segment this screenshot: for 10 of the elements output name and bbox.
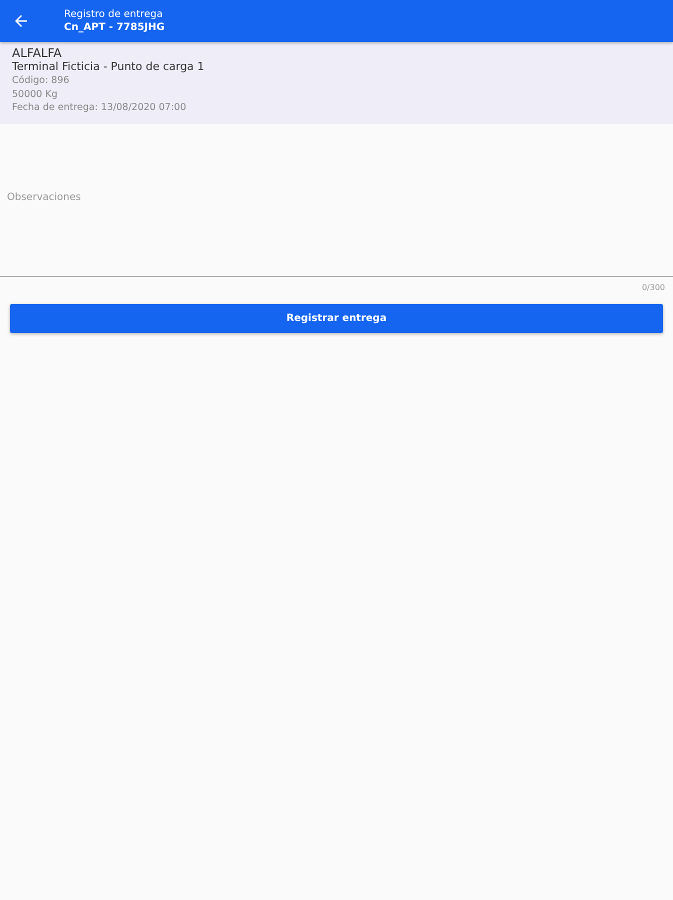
register-delivery-button[interactable]: Registrar entrega [10,304,663,333]
screen-title: Registro de entrega [64,8,164,21]
character-counter: 0/300 [642,283,665,292]
location-text: Terminal Ficticia - Punto de carga 1 [12,60,204,74]
observations-field[interactable]: Observaciones [0,192,673,277]
weight-text: 50000 Kg [12,88,58,101]
screen-subtitle: Cn_APT - 7785JHG [64,21,165,34]
delivery-date-text: Fecha de entrega: 13/08/2020 07:00 [12,101,186,114]
code-text: Código: 896 [12,74,70,88]
product-name: ALFALFA [12,46,62,60]
